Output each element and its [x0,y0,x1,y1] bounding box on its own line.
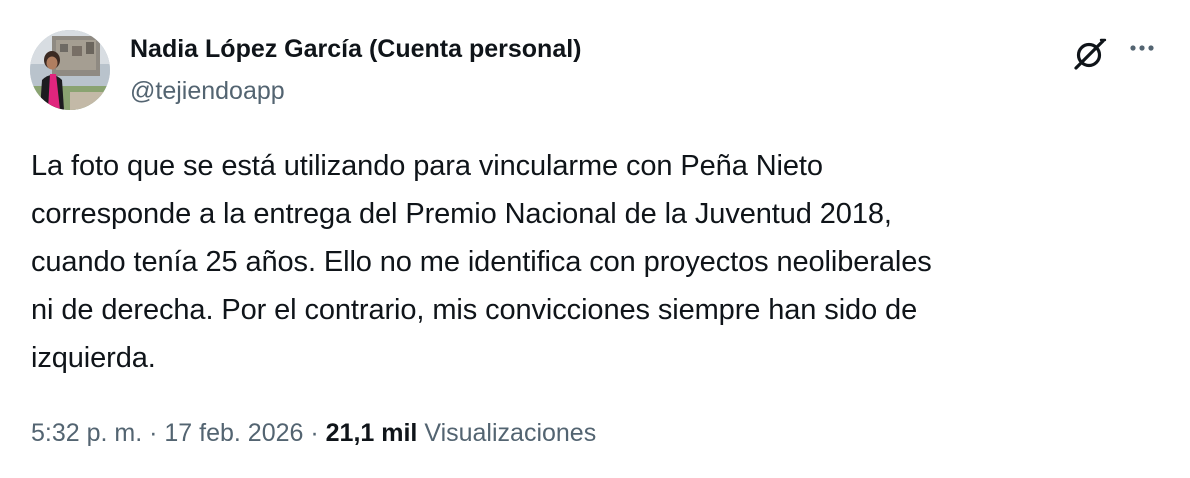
tweet-text-line: ni de derecha. Por el contrario, mis con… [31,294,918,326]
tweet-text: La foto que se está utilizando para vinc… [31,142,1161,382]
tweet-card: Nadia López García (Cuenta personal) @te… [0,0,1190,478]
tweet-text-line: cuando tenía 25 años. Ello no me identif… [31,246,932,278]
views-count[interactable]: 21,1 mil [326,419,418,447]
tweet-text-line: izquierda. [31,342,156,374]
avatar-image [30,30,110,110]
meta-separator: · [149,419,158,447]
views-label[interactable]: Visualizaciones [424,419,596,447]
more-options-icon[interactable] [1122,34,1162,74]
tweet-text-line: corresponde a la entrega del Premio Naci… [31,198,892,230]
tweet-time[interactable]: 5:32 p. m. [31,419,142,447]
tweet-meta: 5:32 p. m. · 17 feb. 2026 · 21,1 mil Vis… [31,416,596,450]
avatar[interactable] [30,30,110,110]
grok-icon[interactable] [1070,34,1110,74]
tweet-date[interactable]: 17 feb. 2026 [164,419,303,447]
meta-separator: · [310,419,319,447]
author-display-name[interactable]: Nadia López García (Cuenta personal) [130,34,582,64]
tweet-text-line: La foto que se está utilizando para vinc… [31,150,823,182]
author-handle[interactable]: @tejiendoapp [130,76,285,106]
